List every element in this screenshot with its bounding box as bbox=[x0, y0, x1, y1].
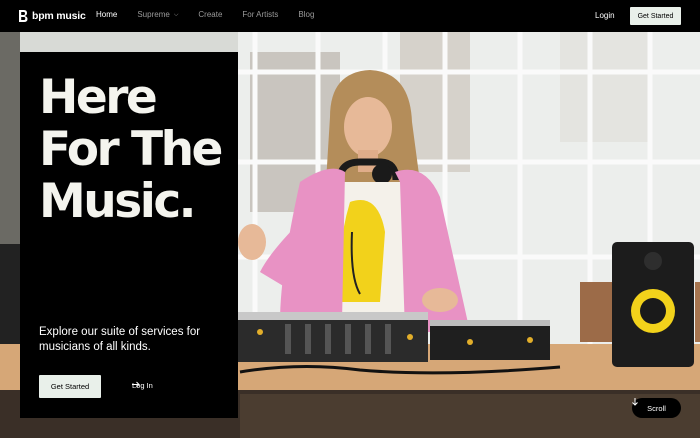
brand-logo[interactable]: bpm music bbox=[18, 9, 86, 23]
hero-section: Here For The Music. Explore our suite of… bbox=[0, 32, 700, 438]
arrow-down-icon bbox=[632, 398, 638, 406]
brand-name: bpm music bbox=[32, 10, 86, 22]
arrow-right-icon bbox=[132, 381, 140, 388]
scroll-button[interactable]: Scroll bbox=[632, 398, 681, 418]
headline-line-1: Here bbox=[39, 70, 158, 125]
nav-blog[interactable]: Blog bbox=[298, 10, 314, 19]
headline-line-2: For The bbox=[39, 122, 223, 177]
login-link[interactable]: Login bbox=[595, 11, 615, 20]
top-nav: bpm music Home Supreme ⌵ Create For Artis… bbox=[0, 0, 700, 32]
bpm-logo-icon bbox=[19, 10, 28, 22]
scroll-label: Scroll bbox=[647, 403, 666, 413]
nav-create[interactable]: Create bbox=[198, 10, 222, 19]
hero-panel: Here For The Music. Explore our suite of… bbox=[20, 52, 238, 418]
nav-supreme-label: Supreme bbox=[137, 10, 170, 19]
get-started-nav-button[interactable]: Get Started bbox=[630, 7, 681, 25]
hero-subtitle: Explore our suite of services for musici… bbox=[39, 326, 201, 353]
chevron-down-icon: ⌵ bbox=[173, 12, 179, 18]
nav-home[interactable]: Home bbox=[96, 10, 117, 19]
headline-line-3: Music. bbox=[39, 174, 197, 229]
nav-supreme[interactable]: Supreme ⌵ bbox=[137, 10, 178, 19]
get-started-button[interactable]: Get Started bbox=[39, 375, 101, 398]
log-in-link[interactable]: Log In bbox=[132, 381, 153, 390]
hero-headline: Here For The Music. bbox=[39, 72, 229, 228]
nav-for-artists[interactable]: For Artists bbox=[242, 10, 278, 19]
nav-links: Home Supreme ⌵ Create For Artists Blog bbox=[96, 10, 334, 19]
